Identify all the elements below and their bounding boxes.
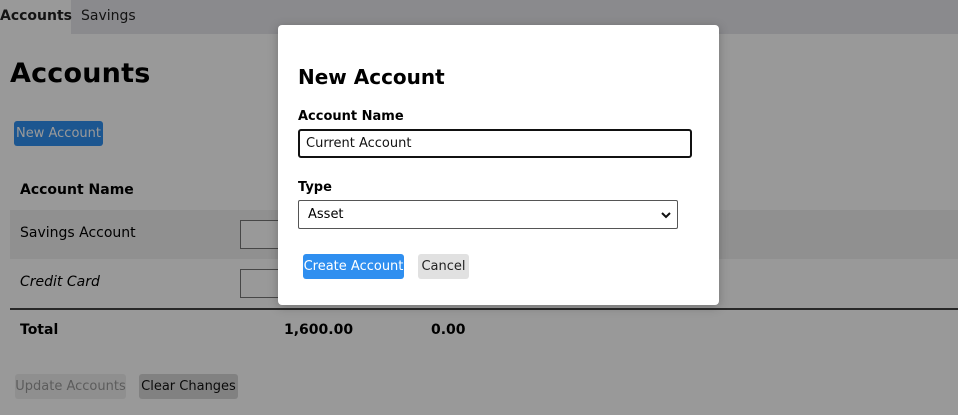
- chevron-down-icon: [661, 212, 671, 219]
- dialog-title: New Account: [298, 65, 445, 89]
- account-name-input[interactable]: [298, 129, 692, 158]
- account-name-label: Account Name: [298, 109, 404, 124]
- create-account-button[interactable]: Create Account: [303, 254, 404, 279]
- cancel-button[interactable]: Cancel: [418, 254, 469, 279]
- type-select[interactable]: Asset: [298, 200, 678, 229]
- type-select-value: Asset: [308, 207, 344, 222]
- new-account-dialog: New Account Account Name Type Asset Crea…: [278, 25, 719, 305]
- type-label: Type: [298, 180, 332, 195]
